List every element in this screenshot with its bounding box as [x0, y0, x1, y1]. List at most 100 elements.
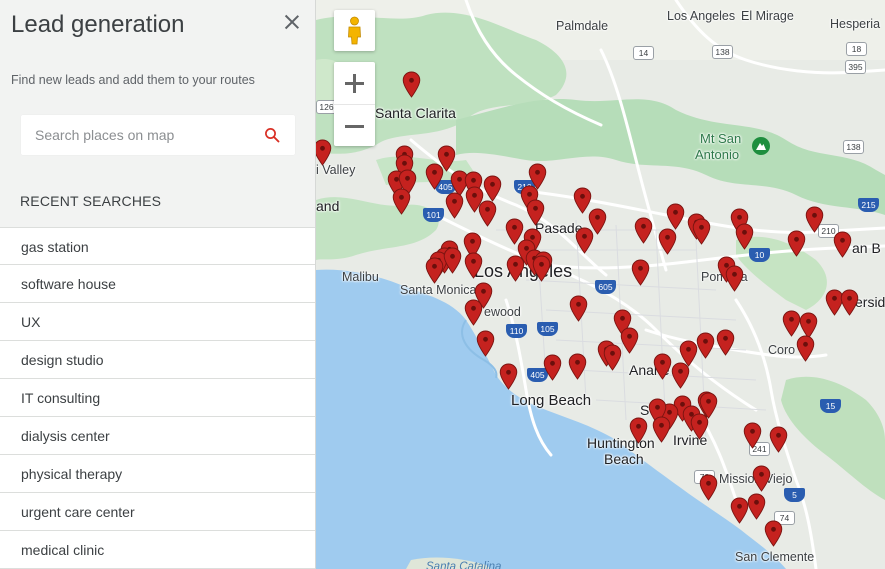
map-pin-icon[interactable]	[478, 200, 497, 227]
panel-header: Lead generation Find new leads and add t…	[0, 0, 315, 93]
plus-icon[interactable]	[334, 62, 375, 104]
map-label-riverside: ersid	[855, 294, 885, 310]
highway-shield: 10	[749, 248, 770, 262]
highway-shield: 15	[820, 399, 841, 413]
minus-icon[interactable]	[334, 104, 375, 146]
panel-title: Lead generation	[11, 11, 185, 38]
map-pin-icon[interactable]	[620, 327, 639, 354]
map-pin-icon[interactable]	[716, 329, 735, 356]
map-pin-icon[interactable]	[425, 163, 444, 190]
close-icon[interactable]	[283, 13, 301, 31]
recent-search-item[interactable]: IT consulting	[0, 379, 315, 417]
highway-shield: 138	[712, 45, 733, 59]
map-pin-icon[interactable]	[631, 259, 650, 286]
map-pin-icon[interactable]	[805, 206, 824, 233]
recent-search-item[interactable]: dialysis center	[0, 417, 315, 455]
map-label-huntington-beach: Beach	[604, 451, 644, 467]
map-pin-icon[interactable]	[833, 231, 852, 258]
highway-shield: 18	[846, 42, 867, 56]
panel-subtitle: Find new leads and add them to your rout…	[11, 73, 255, 87]
recent-search-item[interactable]: software house	[0, 265, 315, 303]
map-pin-icon[interactable]	[743, 422, 762, 449]
map-pin-icon[interactable]	[499, 363, 518, 390]
street-view-pegman[interactable]	[334, 10, 375, 51]
recent-searches-list: gas station software house UX design stu…	[0, 227, 315, 569]
map-pin-icon[interactable]	[666, 203, 685, 230]
map-pin-icon[interactable]	[769, 426, 788, 453]
park-icon[interactable]	[751, 136, 771, 156]
map-canvas[interactable]: Palmdale Los Angeles El Mirage Hesperia …	[316, 0, 885, 569]
map-pin-icon[interactable]	[445, 192, 464, 219]
search-section	[0, 93, 315, 178]
lead-generation-panel: Lead generation Find new leads and add t…	[0, 0, 316, 569]
map-pin-icon[interactable]	[526, 199, 545, 226]
map-label-santa-monica: Santa Monica	[400, 283, 477, 297]
map-pin-icon[interactable]	[543, 354, 562, 381]
recent-search-item[interactable]: physical therapy	[0, 455, 315, 493]
pegman-icon	[348, 16, 361, 45]
map-pin-icon[interactable]	[506, 255, 525, 282]
map-label-long-beach: Long Beach	[511, 392, 592, 409]
map-pin-icon[interactable]	[787, 230, 806, 257]
search-icon[interactable]	[264, 127, 280, 143]
map-pin-icon[interactable]	[840, 289, 859, 316]
map-pin-icon[interactable]	[735, 223, 754, 250]
map-pin-icon[interactable]	[696, 332, 715, 359]
map-label-hesperia: Hesperia	[830, 17, 881, 31]
recent-search-item[interactable]: design studio	[0, 341, 315, 379]
map-pin-icon[interactable]	[652, 416, 671, 443]
highway-shield: 110	[506, 324, 527, 338]
map-label-san-bernardino: an B	[852, 240, 881, 256]
map-pin-icon[interactable]	[747, 493, 766, 520]
map-pin-icon[interactable]	[658, 228, 677, 255]
highway-shield: 395	[845, 60, 866, 74]
map-pin-icon[interactable]	[443, 247, 462, 274]
map-pin-icon[interactable]	[392, 188, 411, 215]
search-input[interactable]	[21, 115, 251, 155]
highway-shield: 5	[784, 488, 805, 502]
map-pin-icon[interactable]	[464, 252, 483, 279]
map-pin-icon[interactable]	[699, 392, 718, 419]
map-pin-icon[interactable]	[532, 255, 551, 282]
highway-shield: 14	[633, 46, 654, 60]
highway-shield: 215	[858, 198, 879, 212]
map-pin-icon[interactable]	[402, 71, 421, 98]
map-label-santa-catalina: Santa Catalina	[426, 561, 502, 569]
recent-search-item[interactable]: UX	[0, 303, 315, 341]
highway-shield: 105	[537, 322, 558, 336]
map-pin-icon[interactable]	[569, 295, 588, 322]
map-label-mt-san-antonio: Mt San	[700, 131, 742, 146]
map-pin-icon[interactable]	[575, 227, 594, 254]
highway-shield: 101	[423, 208, 444, 222]
map-pin-icon[interactable]	[692, 218, 711, 245]
zoom-control	[334, 62, 375, 146]
map-label-palmdale: Palmdale	[556, 19, 609, 33]
map-pin-icon[interactable]	[476, 330, 495, 357]
map-pin-icon[interactable]	[634, 217, 653, 244]
recent-searches-header: RECENT SEARCHES	[20, 193, 162, 209]
recent-search-item[interactable]: medical clinic	[0, 531, 315, 569]
map-label-mt-san-antonio-2: Antonio	[695, 147, 740, 162]
map-label-santa-clarita: Santa Clarita	[375, 105, 456, 121]
map-label-corona: Coro	[768, 343, 796, 357]
map-pin-icon[interactable]	[483, 175, 502, 202]
map-pin-icon[interactable]	[653, 353, 672, 380]
map-pin-icon[interactable]	[725, 265, 744, 292]
recent-search-item[interactable]: urgent care center	[0, 493, 315, 531]
search-box	[21, 115, 295, 155]
highway-shield: 605	[595, 280, 616, 294]
map-pin-icon[interactable]	[752, 465, 771, 492]
map-pin-icon[interactable]	[629, 417, 648, 444]
map-pin-icon[interactable]	[796, 335, 815, 362]
map-pin-icon[interactable]	[464, 299, 483, 326]
map-pin-icon[interactable]	[425, 257, 444, 284]
map-pin-icon[interactable]	[316, 139, 332, 166]
highway-shield: 138	[843, 140, 864, 154]
map-pin-icon[interactable]	[764, 520, 783, 547]
map-label-malibu: Malibu	[342, 270, 379, 284]
map-pin-icon[interactable]	[568, 353, 587, 380]
recent-search-item[interactable]: gas station	[0, 227, 315, 265]
map-label-san-clemente: San Clemente	[735, 550, 815, 564]
map-label-el-mirage: El Mirage	[741, 9, 794, 23]
map-pin-icon[interactable]	[699, 474, 718, 501]
